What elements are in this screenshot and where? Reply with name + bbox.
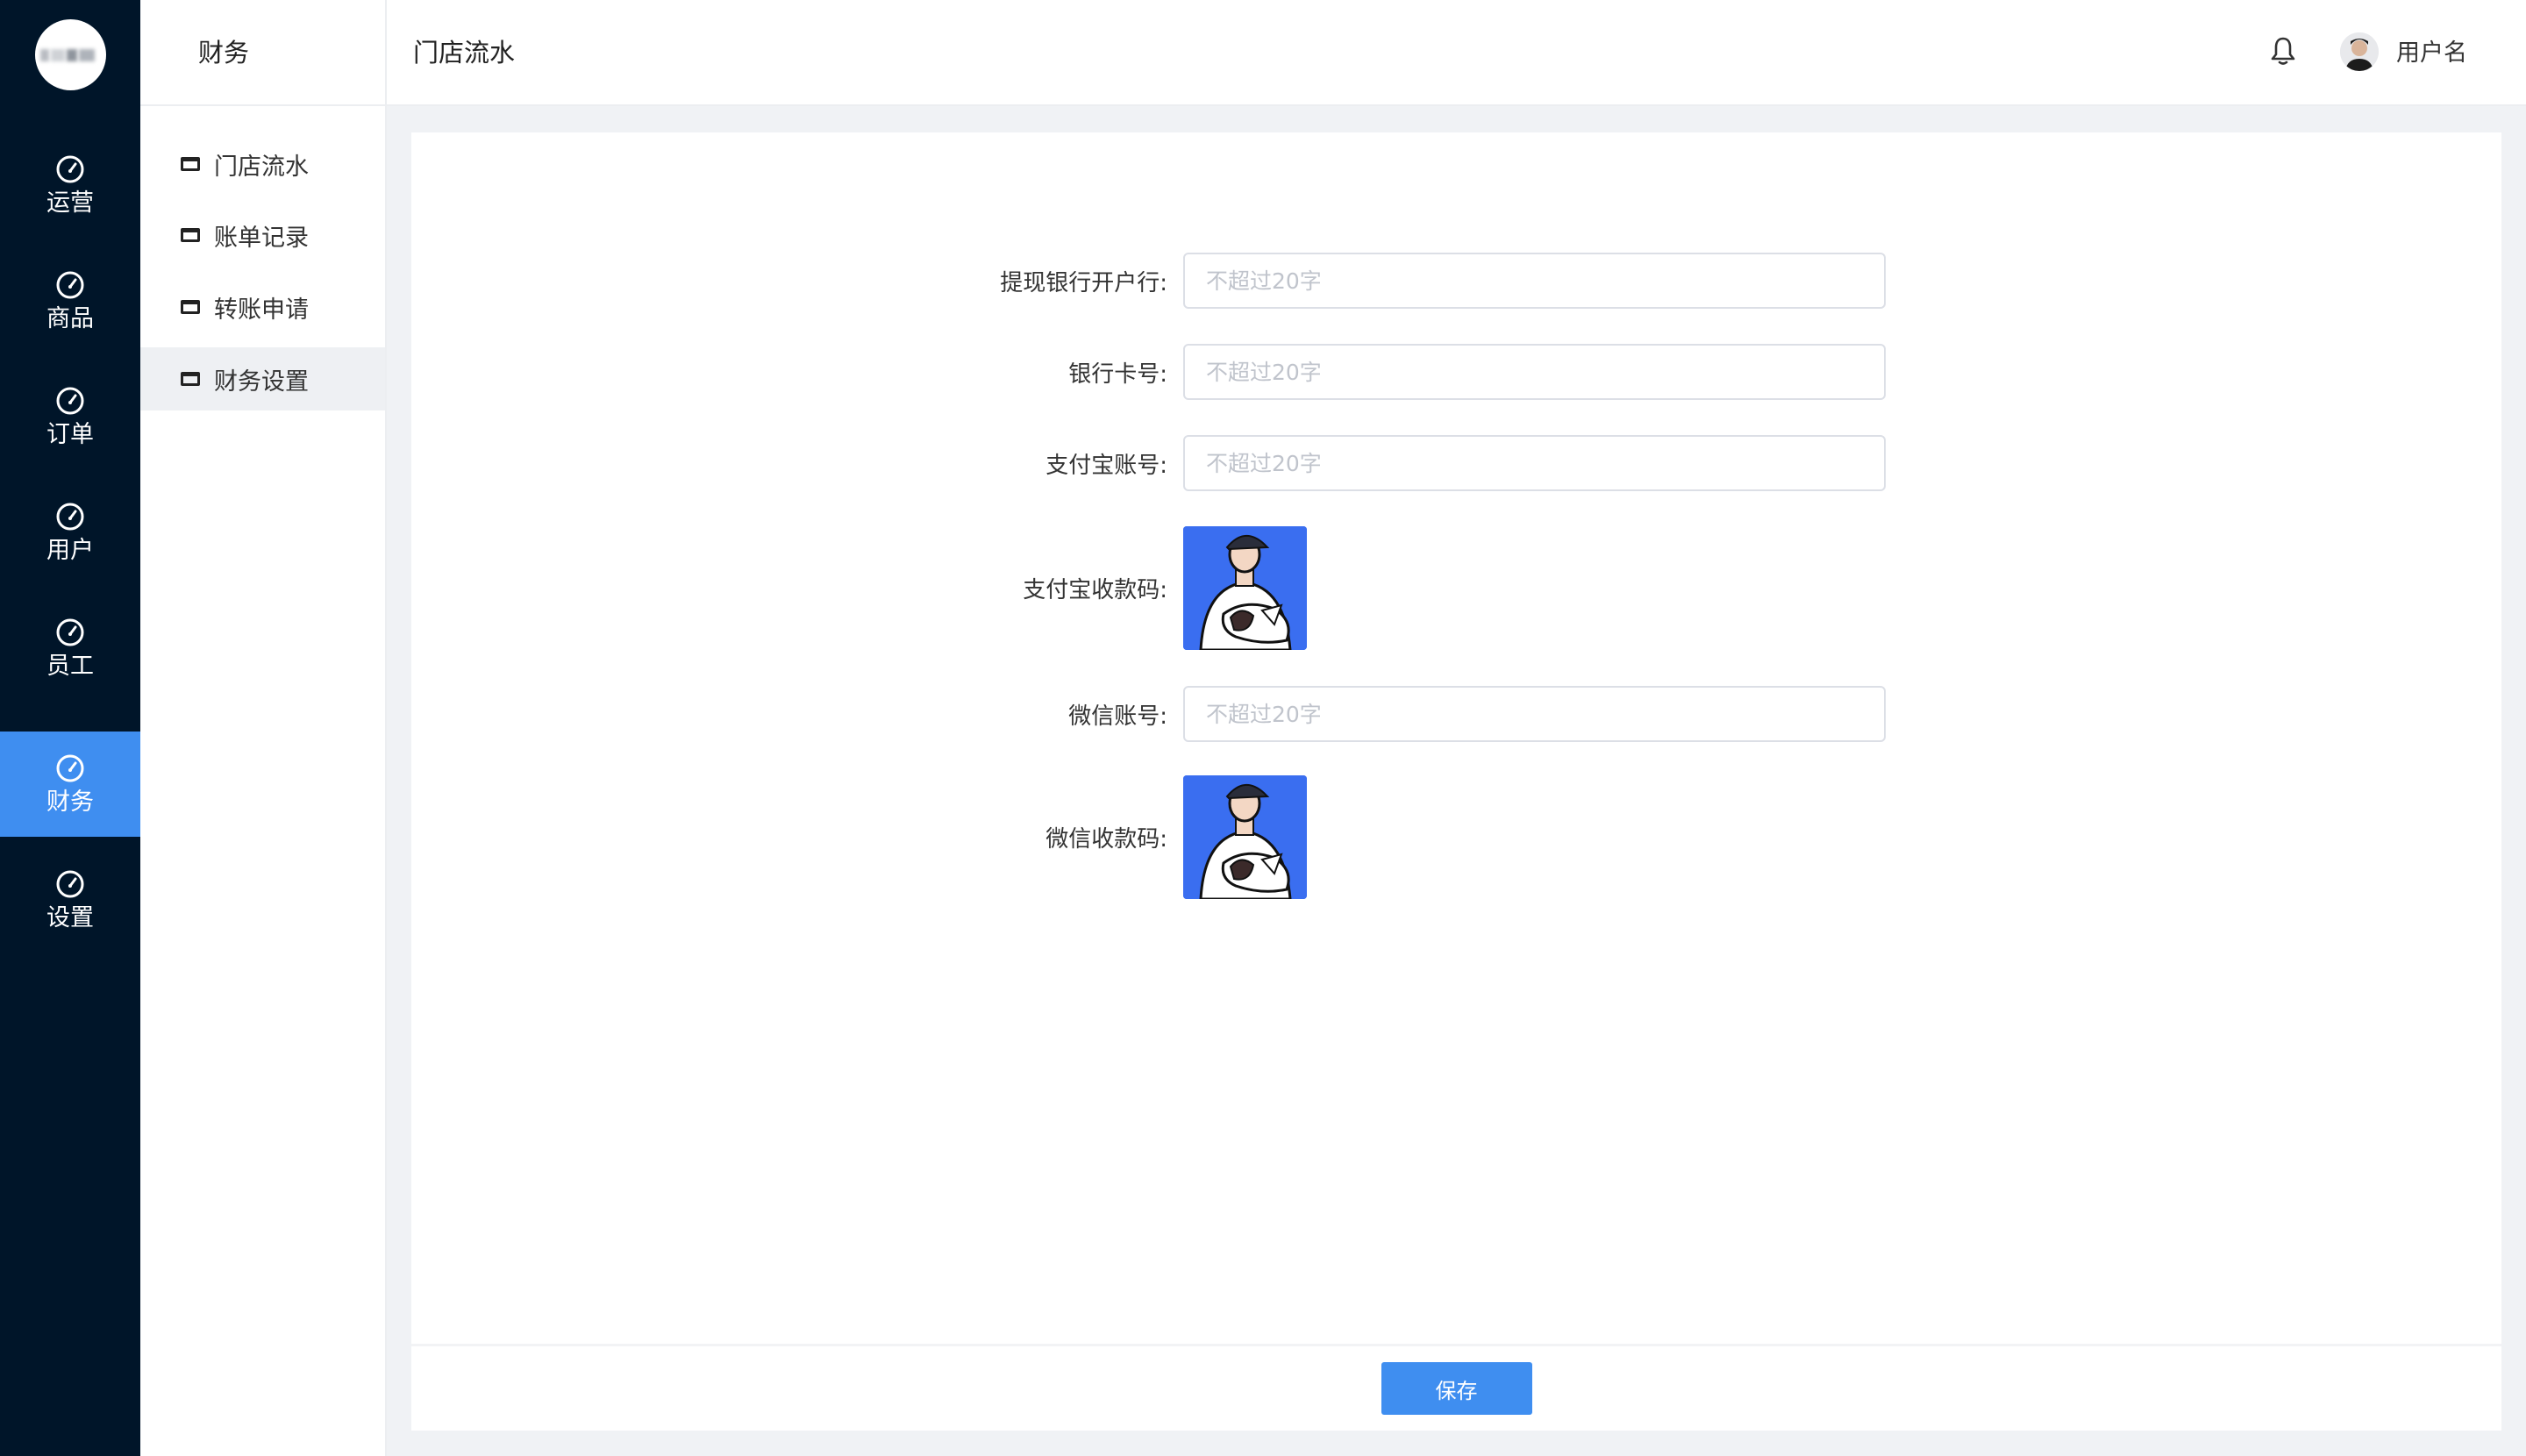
window-icon (181, 300, 200, 314)
form-row-alipay-qr: 支付宝收款码: (411, 526, 2501, 650)
subnav-item-bill-records[interactable]: 账单记录 (140, 203, 385, 267)
subnav-item-label: 门店流水 (214, 153, 309, 181)
main-nav-rail: 运营 商品 订单 用户 员工 财务 设置 (0, 0, 140, 1456)
nav-item-users[interactable]: 用户 (0, 480, 140, 585)
nav-label: 订单 (46, 421, 94, 448)
dashboard-icon (56, 387, 84, 415)
wechat-qr-upload[interactable] (1183, 775, 1307, 899)
form-footer: 保存 (411, 1344, 2501, 1431)
dashboard-icon (56, 870, 84, 898)
form-row-wechat-qr: 微信收款码: (411, 775, 2501, 899)
window-icon (181, 228, 200, 242)
dashboard-icon (56, 271, 84, 299)
nav-label: 员工 (46, 653, 94, 680)
subnav-title: 财务 (140, 0, 385, 106)
form-row-card-no: 银行卡号: (411, 344, 2501, 400)
subnav-item-label: 转账申请 (214, 296, 309, 324)
wechat-account-label: 微信账号: (1068, 703, 1167, 730)
bank-label: 提现银行开户行: (1000, 269, 1167, 296)
form-row-alipay-account: 支付宝账号: (411, 435, 2501, 491)
nav-item-orders[interactable]: 订单 (0, 364, 140, 469)
alipay-account-label: 支付宝账号: (1045, 452, 1167, 479)
nav-label: 设置 (46, 904, 94, 931)
nav-item-settings[interactable]: 设置 (0, 847, 140, 953)
window-icon (181, 157, 200, 171)
nav-item-operations[interactable]: 运营 (0, 132, 140, 238)
dashboard-icon (56, 754, 84, 782)
finance-subnav: 财务 门店流水 账单记录 转账申请 财务设置 (140, 0, 387, 1456)
nav-item-products[interactable]: 商品 (0, 248, 140, 353)
nav-item-finance[interactable]: 财务 (0, 732, 140, 837)
subnav-item-finance-settings[interactable]: 财务设置 (140, 347, 385, 410)
wechat-account-input[interactable] (1183, 686, 1886, 742)
nav-label: 用户 (46, 537, 94, 564)
finance-settings-form: 提现银行开户行: 银行卡号: 支付宝账号: 支付宝收款码: 微信账号: (411, 132, 2501, 1431)
avatar[interactable] (2340, 32, 2379, 71)
qr-code-image (1183, 526, 1307, 650)
card-no-input[interactable] (1183, 344, 1886, 400)
subnav-item-transfer-request[interactable]: 转账申请 (140, 275, 385, 339)
nav-label: 运营 (46, 189, 94, 217)
top-header: 门店流水 用户名 (387, 0, 2526, 106)
avatar-image (2340, 32, 2379, 71)
alipay-qr-upload[interactable] (1183, 526, 1307, 650)
alipay-qr-label: 支付宝收款码: (1023, 577, 1167, 603)
card-no-label: 银行卡号: (1068, 360, 1167, 388)
dashboard-icon (56, 618, 84, 646)
form-row-wechat-account: 微信账号: (411, 686, 2501, 742)
bank-input[interactable] (1183, 253, 1886, 309)
wechat-qr-label: 微信收款码: (1045, 826, 1167, 853)
app-logo[interactable] (35, 19, 106, 90)
dashboard-icon (56, 155, 84, 183)
qr-code-image (1183, 775, 1307, 899)
form-row-bank: 提现银行开户行: (411, 253, 2501, 309)
save-button[interactable]: 保存 (1381, 1362, 1532, 1415)
nav-item-staff[interactable]: 员工 (0, 596, 140, 701)
nav-label: 财务 (46, 789, 94, 816)
nav-label: 商品 (46, 305, 94, 332)
subnav-item-store-flow[interactable]: 门店流水 (140, 132, 385, 196)
subnav-item-label: 账单记录 (214, 224, 309, 252)
bell-icon[interactable] (2269, 35, 2297, 67)
username[interactable]: 用户名 (2396, 0, 2467, 106)
subnav-item-label: 财务设置 (214, 368, 309, 396)
window-icon (181, 372, 200, 386)
dashboard-icon (56, 503, 84, 531)
alipay-account-input[interactable] (1183, 435, 1886, 491)
page-title: 门店流水 (413, 38, 516, 68)
